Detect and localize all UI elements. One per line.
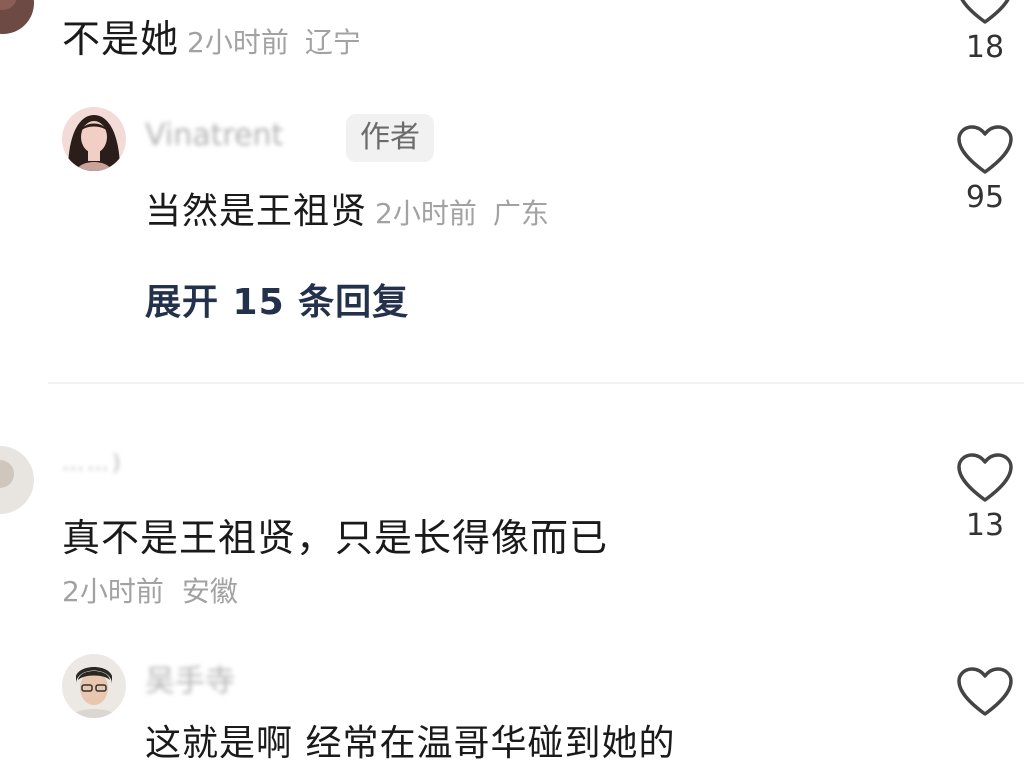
heart-icon (957, 667, 1013, 716)
avatar[interactable] (0, 446, 34, 514)
author-badge: 作者 (346, 114, 434, 162)
comment-text: 不是她 2小时前 辽宁 (62, 16, 361, 66)
divider (48, 382, 1024, 384)
reply-text: 这就是啊 经常在温哥华碰到她的 (145, 723, 676, 764)
comment-body: 不是她 (62, 17, 180, 61)
like-button[interactable]: 13 (950, 452, 1020, 544)
comment-location: 辽宁 (304, 26, 361, 59)
comment-time: 2小时前 (62, 575, 164, 608)
comment-meta: 2小时前 安徽 (62, 574, 238, 610)
expand-replies-button[interactable]: 展开 15 条回复 (145, 281, 409, 325)
reply-time: 2小时前 (375, 197, 477, 230)
avatar[interactable] (0, 0, 34, 34)
like-button[interactable]: 95 (950, 124, 1020, 216)
heart-icon (960, 0, 1010, 24)
like-count: 18 (965, 30, 1005, 65)
comment-location: 安徽 (181, 575, 238, 608)
reply-username[interactable]: Vinatrent (145, 118, 283, 154)
like-count: 95 (965, 180, 1005, 215)
comment-time: 2小时前 (187, 26, 289, 59)
reply-body: 当然是王祖贤 (145, 191, 368, 232)
like-button[interactable] (950, 666, 1020, 718)
comment-section: 不是她 2小时前 辽宁 18 Vinatrent 作者 当然是王祖贤 2小时前 广东 9… (0, 0, 1024, 781)
like-button[interactable]: 18 (950, 0, 1020, 66)
comment-username[interactable]: ……) (62, 446, 124, 482)
heart-icon (957, 125, 1013, 174)
reply-location: 广东 (492, 197, 549, 230)
reply-username[interactable]: 吴手寺 (145, 664, 235, 700)
like-count: 13 (965, 508, 1005, 543)
reply-text: 当然是王祖贤 2小时前 广东 (145, 190, 549, 236)
heart-icon (957, 453, 1013, 502)
reply-avatar[interactable] (62, 654, 126, 718)
reply-avatar[interactable] (62, 107, 126, 171)
comment-meta: 2小时前 辽宁 (187, 26, 361, 59)
comment-text: 真不是王祖贤，只是长得像而已 (62, 516, 609, 560)
reply-meta: 2小时前 广东 (375, 197, 549, 230)
